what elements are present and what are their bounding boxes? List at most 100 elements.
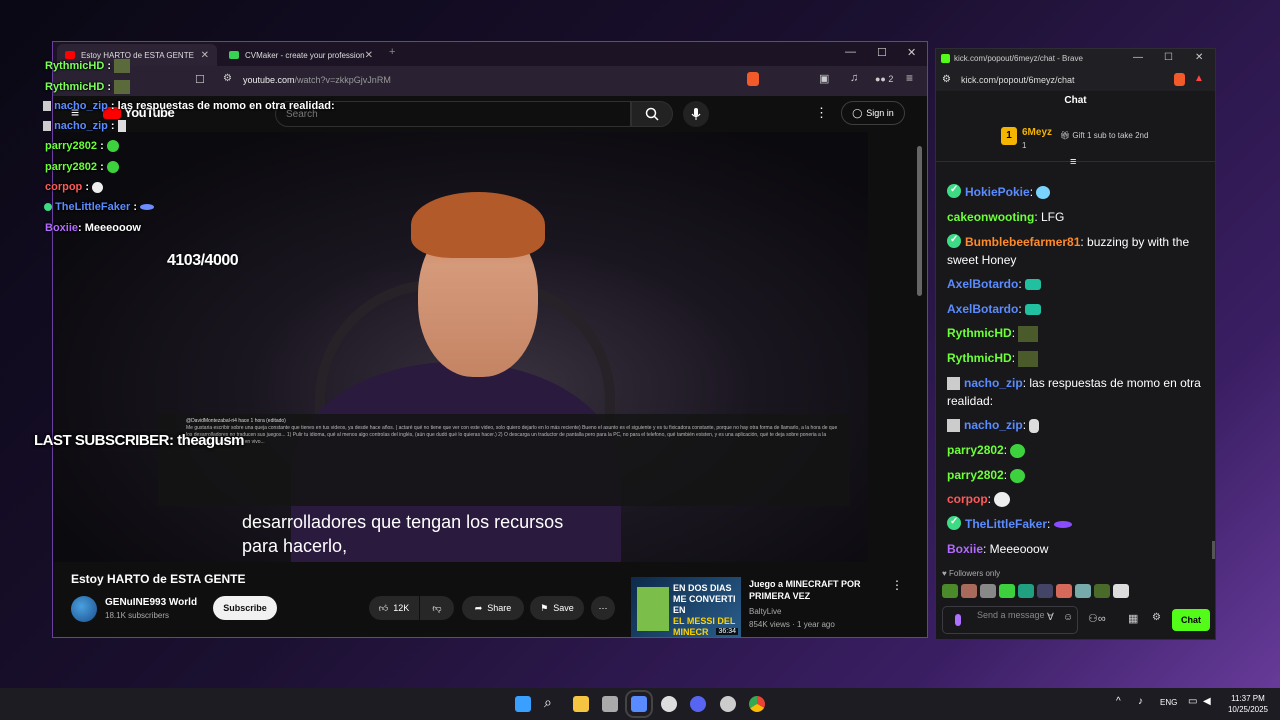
recommended-meta: 854K views · 1 year ago [749, 620, 835, 629]
save-button[interactable]: ⚑ Save [530, 596, 584, 620]
site-settings-icon[interactable]: ⚙ [942, 74, 951, 85]
steam-icon[interactable] [661, 696, 677, 712]
search-button[interactable] [631, 101, 673, 127]
more-options-icon[interactable]: ⋮ [815, 105, 828, 121]
top-gifter-name[interactable]: 6Meyz [1022, 127, 1052, 138]
chat-username[interactable]: nacho_zip [964, 376, 1023, 390]
like-button[interactable]: 👍︎ 12K [369, 596, 419, 620]
chat-username[interactable]: parry2802 [947, 468, 1004, 482]
settings-icon[interactable]: ⚙ [1152, 612, 1161, 623]
chat-message-input[interactable]: Send a message Ɐ ☺ [942, 606, 1078, 634]
chat-username[interactable]: AxelBotardo [947, 302, 1018, 316]
translate-icon[interactable]: Ɐ [1047, 613, 1054, 623]
recommended-more-icon[interactable]: ⋮ [891, 578, 903, 592]
emote-icon[interactable] [1018, 584, 1034, 598]
subscribe-button[interactable]: Subscribe [213, 596, 277, 620]
chat-username[interactable]: AxelBotardo [947, 277, 1018, 291]
chrome-icon[interactable] [749, 696, 765, 712]
gift-box-icon[interactable]: ▦ [1128, 612, 1138, 625]
sign-in-button[interactable]: ◯ Sign in [841, 101, 905, 125]
page-scrollbar[interactable] [917, 146, 922, 296]
media-icon[interactable]: ♫ [850, 72, 858, 84]
recommended-thumbnail[interactable]: EN DOS DIAS ME CONVERTI EN EL MESSI DEL … [631, 577, 741, 637]
emote-icon[interactable] [942, 584, 958, 598]
user-link-icon[interactable]: ⚇∞ [1088, 612, 1106, 625]
chevron-up-icon[interactable]: ^ [1116, 696, 1121, 707]
kick-url[interactable]: kick.com/popout/6meyz/chat [961, 75, 1075, 85]
emote-icon[interactable] [980, 584, 996, 598]
gift-sub-button[interactable]: 🎁︎ Gift 1 sub to take 2nd [1060, 131, 1148, 140]
system-clock[interactable]: 11:37 PM 10/25/2025 [1228, 693, 1268, 715]
brave-shield-icon[interactable] [747, 72, 759, 86]
channel-avatar[interactable] [71, 596, 97, 622]
chat-scrollbar[interactable] [1212, 541, 1215, 559]
discord-icon[interactable] [690, 696, 706, 712]
brave-shield-icon[interactable] [1174, 73, 1185, 86]
url-text[interactable]: youtube.com/watch?v=zkkpGjvJnRM [243, 75, 391, 85]
microphone-icon[interactable]: ♪ [1138, 696, 1143, 707]
collapse-icon[interactable]: ≡ [1070, 156, 1076, 168]
close-window-icon[interactable]: ✕ [907, 46, 916, 59]
emote-icon[interactable] [999, 584, 1015, 598]
search-icon[interactable]: ⌕ [544, 694, 560, 710]
emote-icon [1010, 443, 1026, 458]
chat-username[interactable]: corpop [947, 492, 988, 506]
app-icon[interactable] [625, 690, 653, 718]
recommended-channel[interactable]: BaltyLive [749, 607, 781, 616]
site-settings-icon[interactable]: ⚙ [223, 73, 232, 84]
store-icon[interactable] [602, 696, 618, 712]
address-bar[interactable]: ☐ ⚙ youtube.com/watch?v=zkkpGjvJnRM ▣ ♫ … [53, 66, 927, 96]
language-indicator[interactable]: ENG [1160, 698, 1177, 707]
more-actions-button[interactable]: ⋯ [591, 596, 615, 620]
tab-cvmaker[interactable]: CVMaker - create your professional ✕ [221, 44, 381, 66]
channel-name[interactable]: GENuINE993 World [105, 597, 197, 608]
extensions-badge[interactable]: ●● 2 [875, 74, 893, 84]
microphone-icon[interactable] [955, 614, 961, 626]
share-button[interactable]: ➦ Share [462, 596, 524, 620]
video-player[interactable]: @DavidMontezabal-ri4 hace 1 hora (editad… [53, 132, 868, 562]
emote-icon[interactable] [1094, 584, 1110, 598]
emote-icon[interactable] [1056, 584, 1072, 598]
maximize-icon[interactable]: ☐ [1164, 52, 1173, 63]
dislike-button[interactable]: 👎︎ [420, 596, 454, 620]
menu-icon[interactable]: ≡ [906, 71, 913, 85]
share-icon: ➦ [474, 602, 483, 613]
network-icon[interactable]: ▭ [1188, 696, 1197, 707]
windows-start-icon[interactable] [515, 696, 531, 712]
minimize-icon[interactable]: — [845, 46, 856, 58]
bookmark-icon[interactable]: ☐ [195, 73, 205, 86]
maximize-icon[interactable]: ☐ [877, 46, 887, 59]
chat-username[interactable]: RythmicHD [947, 326, 1012, 340]
chat-username[interactable]: nacho_zip [964, 418, 1023, 432]
close-tab-icon[interactable]: ✕ [201, 50, 209, 61]
clock-time: 11:37 PM [1231, 694, 1265, 703]
obs-icon[interactable] [720, 696, 736, 712]
emoji-icon[interactable]: ☺ [1063, 613, 1073, 623]
rewards-icon[interactable]: ▲ [1194, 73, 1204, 84]
recommended-title[interactable]: Juego a MINECRAFT POR PRIMERA VEZ [749, 578, 879, 602]
close-window-icon[interactable]: ✕ [1195, 52, 1203, 63]
emote-icon[interactable] [1037, 584, 1053, 598]
chat-username[interactable]: parry2802 [947, 443, 1004, 457]
chat-username[interactable]: TheLittleFaker [965, 517, 1047, 531]
kick-address-bar[interactable]: ⚙ kick.com/popout/6meyz/chat ▲ [936, 69, 1215, 91]
comment-text: Me gustaria escribir sobre una queja con… [186, 425, 838, 445]
send-chat-button[interactable]: Chat [1172, 609, 1210, 631]
sidebar-icon[interactable]: ▣ [819, 72, 829, 85]
voice-search-button[interactable] [683, 101, 709, 127]
chat-username[interactable]: cakeonwooting [947, 210, 1034, 224]
chat-username[interactable]: Bumblebeefarmer81 [965, 235, 1080, 249]
more-icon: ⋯ [598, 602, 608, 613]
chat-username[interactable]: RythmicHD [947, 351, 1012, 365]
chat-username[interactable]: HokiePokie [965, 185, 1030, 199]
emote-icon[interactable] [1075, 584, 1091, 598]
chat-username[interactable]: Boxiie [947, 542, 983, 556]
taskbar: ⌕ ^ ♪ ENG ▭ ◀ 11:37 PM 10/25/2025 [0, 688, 1280, 720]
volume-icon[interactable]: ◀ [1203, 696, 1211, 707]
file-explorer-icon[interactable] [573, 696, 589, 712]
close-tab-icon[interactable]: ✕ [365, 50, 373, 61]
minimize-icon[interactable]: — [1133, 52, 1143, 63]
emote-icon[interactable] [961, 584, 977, 598]
emote-icon[interactable] [1113, 584, 1129, 598]
new-tab-icon[interactable]: + [389, 46, 395, 58]
